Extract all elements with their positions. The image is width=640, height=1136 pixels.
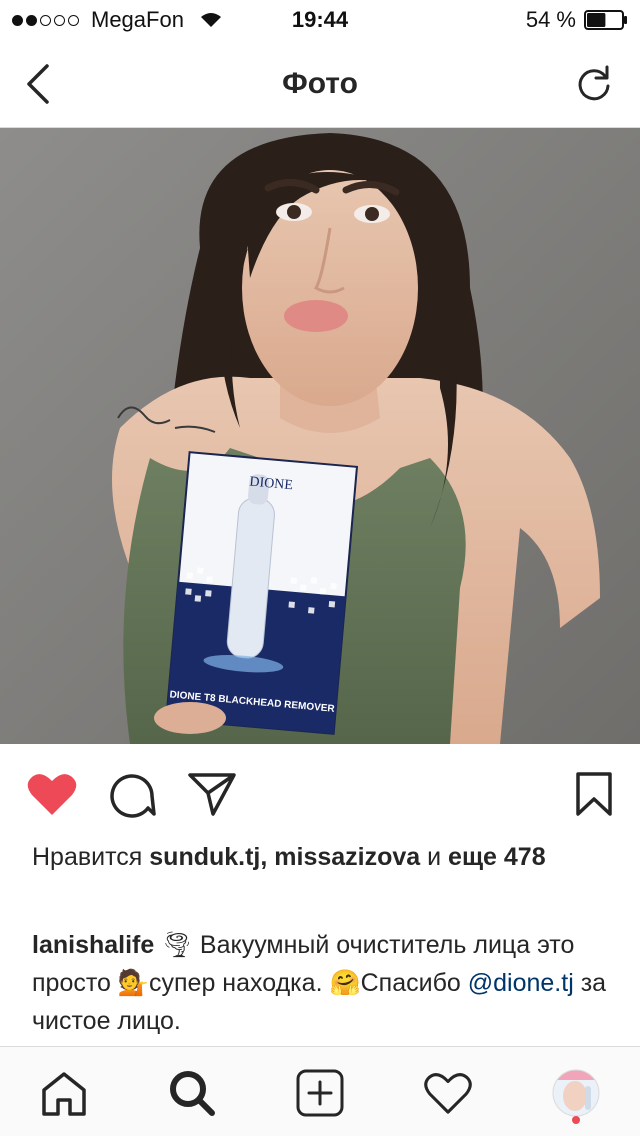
save-button[interactable] xyxy=(566,768,622,820)
navigation-bar: Фото xyxy=(0,40,640,128)
tab-bar xyxy=(0,1046,640,1136)
back-button[interactable] xyxy=(20,62,60,106)
liked-by-users[interactable]: sunduk.tj, missazizova xyxy=(149,843,420,871)
bookmark-icon xyxy=(576,772,612,816)
post-photo-illustration: DIONE DIONE T8 BLACKHEAD REMOVER xyxy=(0,128,640,744)
add-icon xyxy=(296,1069,344,1117)
person-tipping-hand-emoji: 💁 xyxy=(117,969,150,997)
tab-new-post[interactable] xyxy=(292,1065,348,1121)
post-caption: lanishalife 🌪 Вакуумный очиститель лица … xyxy=(32,926,622,1040)
carrier-name: MegaFon xyxy=(91,7,184,32)
likes-prefix: Нравится xyxy=(32,843,150,871)
likes-summary: Нравится sunduk.tj, missazizova и еще 47… xyxy=(32,842,622,873)
likes-connector: и xyxy=(420,843,449,871)
page-title: Фото xyxy=(282,66,358,100)
status-time: 19:44 xyxy=(291,7,349,32)
lips xyxy=(284,300,348,332)
product-box: DIONE DIONE T8 BLACKHEAD REMOVER xyxy=(165,451,359,735)
share-button[interactable] xyxy=(184,768,240,820)
tab-home[interactable] xyxy=(36,1065,92,1121)
heart-filled-icon xyxy=(27,774,77,815)
caption-username[interactable]: lanishalife xyxy=(32,931,154,959)
heart-outline-icon xyxy=(424,1073,472,1114)
like-button[interactable] xyxy=(24,768,80,820)
caption-text-3: Спасибо xyxy=(360,969,468,997)
post-photo[interactable]: DIONE DIONE T8 BLACKHEAD REMOVER xyxy=(0,128,640,744)
post-actions xyxy=(0,744,640,844)
tornado-emoji: 🌪 xyxy=(161,931,193,959)
send-icon xyxy=(188,773,236,816)
signal-strength-icon xyxy=(12,14,79,26)
avatar xyxy=(552,1069,600,1117)
caption-mention[interactable]: @dione.tj xyxy=(468,969,574,997)
likes-more-count[interactable]: еще 478 xyxy=(448,843,546,871)
battery-icon xyxy=(584,10,627,30)
profile-notification-dot xyxy=(572,1116,580,1124)
wifi-icon xyxy=(200,13,221,27)
comment-button[interactable] xyxy=(104,768,160,820)
search-icon xyxy=(170,1071,215,1116)
hugging-face-emoji: 🤗 xyxy=(329,969,361,997)
caption-text-2: супер находка. xyxy=(149,969,330,997)
battery-percent: 54 % xyxy=(525,7,576,32)
tab-activity[interactable] xyxy=(420,1065,476,1121)
comment-icon xyxy=(110,774,156,818)
home-icon xyxy=(42,1072,86,1116)
status-right: 54 % xyxy=(526,7,628,33)
tab-search[interactable] xyxy=(164,1065,220,1121)
refresh-button[interactable] xyxy=(574,64,614,104)
status-left: MegaFon xyxy=(12,7,222,33)
tab-profile[interactable] xyxy=(548,1065,604,1121)
status-bar: MegaFon 19:44 54 % xyxy=(0,0,640,40)
battery-fill xyxy=(587,13,606,27)
